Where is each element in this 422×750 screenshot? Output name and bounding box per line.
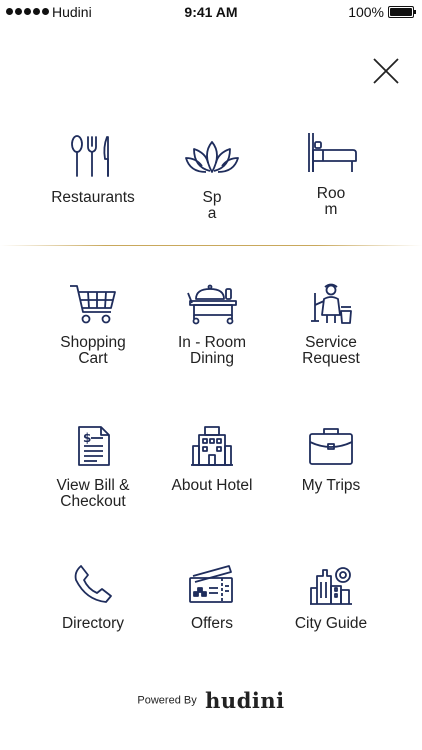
brand-logo: hudini — [205, 688, 285, 713]
powered-by-footer: Powered By hudini — [0, 688, 422, 713]
menu-item-my-trips[interactable]: My Trips — [261, 424, 401, 494]
menu-item-room[interactable]: Roo m — [261, 130, 401, 218]
menu-item-label: Shopping Cart — [60, 334, 126, 367]
shopping-cart-icon — [70, 285, 116, 324]
menu-item-label: View Bill & Checkout — [56, 477, 130, 510]
briefcase-icon — [309, 428, 353, 465]
battery-percentage: 100% — [348, 4, 384, 20]
menu-item-label: Sp a — [202, 189, 222, 222]
cutlery-icon — [71, 135, 109, 177]
city-icon — [310, 567, 352, 605]
menu-item-label: My Trips — [301, 477, 361, 494]
menu-item-label: Directory — [61, 615, 124, 632]
divider — [0, 245, 422, 246]
menu-item-label: About Hotel — [171, 477, 253, 494]
menu-item-service-request[interactable]: Service Request — [261, 283, 401, 367]
menu-item-city-guide[interactable]: City Guide — [261, 562, 401, 632]
svg-text:$: $ — [83, 431, 91, 445]
phone-icon — [74, 565, 112, 603]
menu-item-label: Service Request — [302, 334, 360, 367]
status-bar: Hudini 9:41 AM 100% — [0, 0, 422, 24]
menu-item-label: Restaurants — [51, 189, 135, 206]
housekeeping-icon — [311, 283, 352, 324]
bed-icon — [308, 133, 357, 172]
bill-icon: $ — [78, 426, 110, 466]
lotus-icon — [185, 141, 239, 173]
hotel-building-icon — [191, 426, 233, 466]
battery-icon — [388, 6, 416, 18]
menu-item-label: In - Room Dining — [177, 334, 247, 367]
close-icon — [373, 58, 399, 84]
menu-item-label: City Guide — [294, 615, 368, 632]
menu-item-label: Roo m — [316, 185, 346, 218]
close-button[interactable] — [370, 55, 402, 87]
room-service-cart-icon — [187, 284, 237, 325]
powered-by-text: Powered By — [137, 694, 197, 707]
menu-item-label: Offers — [191, 615, 233, 632]
tickets-icon — [189, 565, 233, 603]
